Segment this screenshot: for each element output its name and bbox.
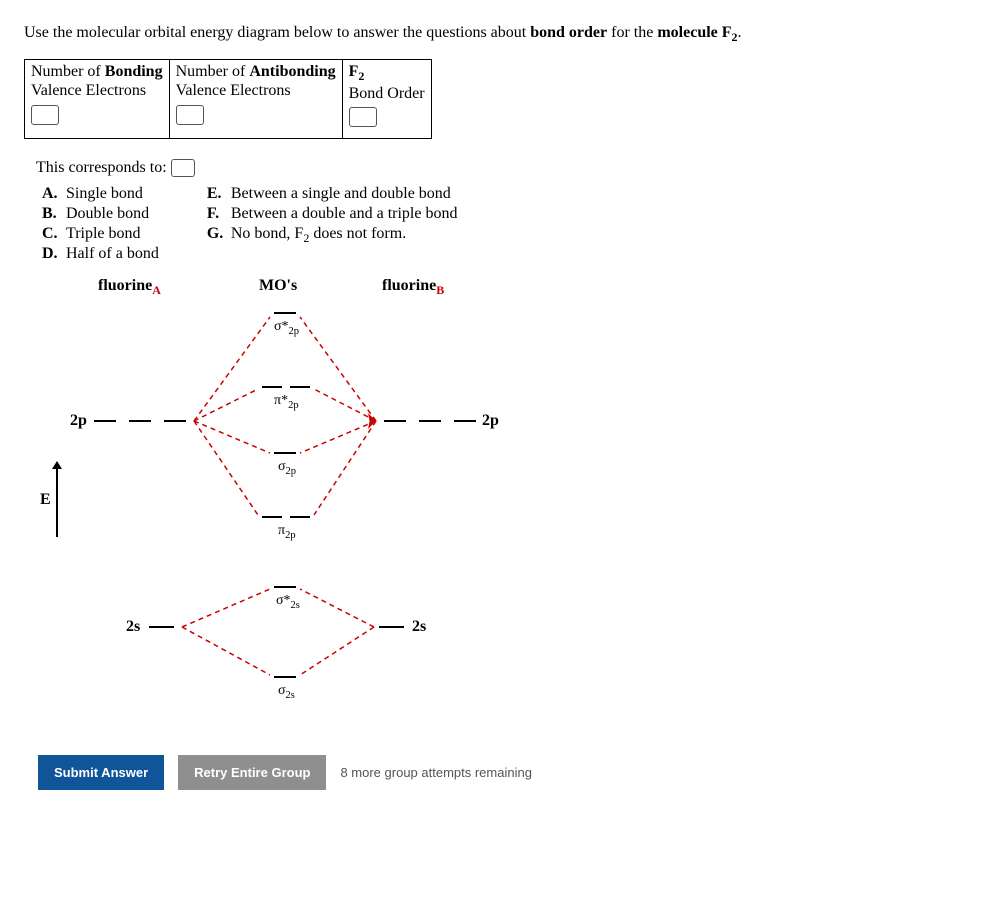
col1-line2: Valence Electrons <box>31 82 146 99</box>
left-2p-label: 2p <box>70 412 87 430</box>
choice-D-text: Half of a bond <box>66 245 159 262</box>
col1-line1: Number of <box>31 63 105 80</box>
question-prompt: Use the molecular orbital energy diagram… <box>24 24 964 45</box>
prompt-post: . <box>738 24 742 41</box>
mo-diagram: fluorineA MO's fluorineB E <box>34 277 494 727</box>
left-2s-label: 2s <box>126 618 140 636</box>
bond-order-input[interactable] <box>349 107 377 127</box>
pi-2p-label: π2p <box>278 523 296 541</box>
choice-C-text: Triple bond <box>66 225 141 242</box>
prompt-mid: for the <box>607 24 657 41</box>
input-table: Number of Bonding Valence Electrons Numb… <box>24 59 432 139</box>
diagram-lines <box>34 277 494 727</box>
pistar-2p-label: π*2p <box>274 393 299 411</box>
cell-bonding: Number of Bonding Valence Electrons <box>25 60 170 139</box>
right-2s-label: 2s <box>412 618 426 636</box>
choice-D-letter: D. <box>42 245 66 263</box>
prompt-bold2: molecule F <box>657 24 731 41</box>
choice-B-text: Double bond <box>66 205 149 222</box>
choice-F-letter: F. <box>207 205 231 223</box>
choices: A.Single bond B.Double bond C.Triple bon… <box>42 183 964 265</box>
retry-button[interactable]: Retry Entire Group <box>178 755 326 790</box>
col3-sub: 2 <box>358 69 364 83</box>
choice-E-letter: E. <box>207 185 231 203</box>
sigma-2p-label: σ2p <box>278 459 296 477</box>
choice-G-letter: G. <box>207 225 231 243</box>
col2-line2: Valence Electrons <box>176 82 291 99</box>
antibonding-electrons-input[interactable] <box>176 105 204 125</box>
sigmastar-2p-label: σ*2p <box>274 319 299 337</box>
choice-A-text: Single bond <box>66 185 143 202</box>
col3-bold: F <box>349 63 359 80</box>
col2-line1: Number of <box>176 63 250 80</box>
corresponds-row: This corresponds to: <box>36 159 964 177</box>
corresponds-label: This corresponds to: <box>36 159 167 176</box>
sigmastar-2s-label: σ*2s <box>276 593 300 611</box>
attempts-remaining: 8 more group attempts remaining <box>340 765 531 780</box>
bonding-electrons-input[interactable] <box>31 105 59 125</box>
col3-line2: Bond Order <box>349 85 425 102</box>
col2-bold: Antibonding <box>249 63 335 80</box>
choices-right: E.Between a single and double bond F.Bet… <box>207 183 458 265</box>
button-row: Submit Answer Retry Entire Group 8 more … <box>38 755 964 790</box>
corresponds-input[interactable] <box>171 159 195 177</box>
choice-A-letter: A. <box>42 185 66 203</box>
choice-B-letter: B. <box>42 205 66 223</box>
cell-antibonding: Number of Antibonding Valence Electrons <box>169 60 342 139</box>
prompt-bold1: bond order <box>530 24 607 41</box>
sigma-2s-label: σ2s <box>278 683 295 701</box>
choice-E-text: Between a single and double bond <box>231 185 451 202</box>
right-2p-label: 2p <box>482 412 499 430</box>
choice-F-text: Between a double and a triple bond <box>231 205 458 222</box>
choice-C-letter: C. <box>42 225 66 243</box>
prompt-pre: Use the molecular orbital energy diagram… <box>24 24 530 41</box>
submit-button[interactable]: Submit Answer <box>38 755 164 790</box>
col1-bold: Bonding <box>105 63 163 80</box>
cell-bondorder: F2 Bond Order <box>342 60 431 139</box>
choice-G-text: No bond, F2 does not form. <box>231 225 406 242</box>
choices-left: A.Single bond B.Double bond C.Triple bon… <box>42 183 159 265</box>
